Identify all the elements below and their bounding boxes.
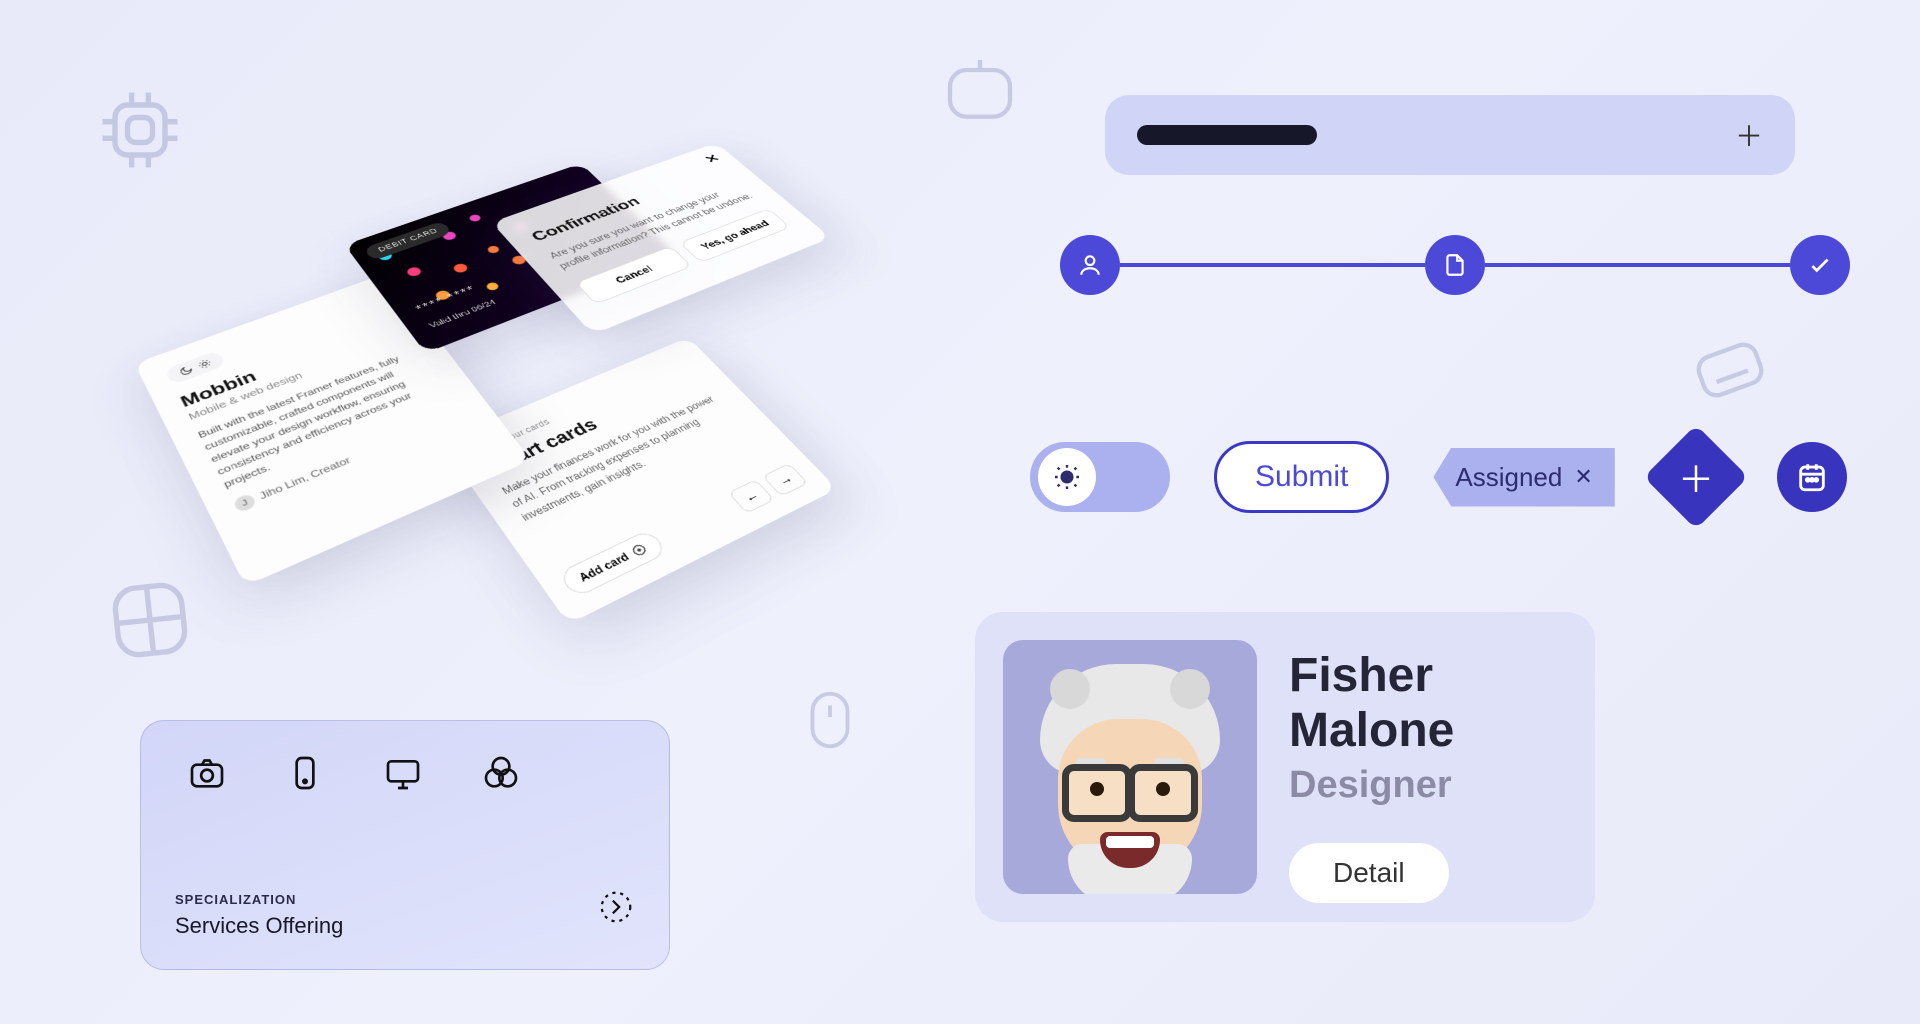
- monitor-icon[interactable]: [381, 751, 425, 795]
- check-icon: [1807, 252, 1833, 278]
- tag-label: Assigned: [1455, 462, 1562, 493]
- controls-row: Submit Assigned ✕ ＋: [1030, 440, 1847, 514]
- prev-arrow[interactable]: ←: [728, 479, 775, 513]
- overlap-icon[interactable]: [479, 751, 523, 795]
- mouse-bg-icon: [795, 680, 865, 760]
- specialization-card: SPECIALIZATION Services Offering: [140, 720, 670, 970]
- add-diamond-button[interactable]: ＋: [1643, 425, 1748, 530]
- profile-role: Designer: [1289, 764, 1567, 807]
- step-done[interactable]: [1790, 235, 1850, 295]
- sun-icon: [196, 357, 213, 370]
- progress-bar: ＋: [1105, 95, 1795, 175]
- profile-name: Fisher Malone: [1289, 648, 1567, 758]
- sun-icon: [1051, 461, 1083, 493]
- add-card-button[interactable]: Add card: [557, 529, 668, 599]
- camera-icon[interactable]: [185, 751, 229, 795]
- user-icon: [1077, 252, 1103, 278]
- memoji-illustration: [1020, 664, 1240, 894]
- step-user[interactable]: [1060, 235, 1120, 295]
- spec-label: SPECIALIZATION: [175, 892, 635, 907]
- stepper: [1060, 235, 1850, 295]
- detail-button[interactable]: Detail: [1289, 843, 1449, 903]
- plus-circle-icon: [629, 542, 650, 559]
- theme-toggle[interactable]: [164, 350, 226, 385]
- calendar-icon: [1795, 460, 1829, 494]
- avatar: [1003, 640, 1257, 894]
- author-avatar: J: [232, 493, 257, 514]
- dark-mode-toggle[interactable]: [1030, 442, 1170, 512]
- progress-fill: [1137, 125, 1317, 145]
- game-bg-icon: [940, 50, 1020, 130]
- mobbin-subtitle: Mobile & web design: [187, 330, 411, 422]
- next-arrow[interactable]: →: [762, 463, 808, 497]
- smart-body: Make your finances work for you with the…: [499, 390, 748, 526]
- confirm-button[interactable]: Yes, go ahead: [679, 208, 791, 263]
- assigned-tag[interactable]: Assigned ✕: [1433, 448, 1614, 507]
- step-line: [1485, 263, 1790, 267]
- submit-button[interactable]: Submit: [1214, 441, 1389, 513]
- mobbin-title: Mobbin: [177, 314, 404, 411]
- toggle-knob: [1038, 448, 1096, 506]
- keyboard-bg-icon: [1669, 315, 1790, 424]
- step-line: [1120, 263, 1425, 267]
- profile-card: Fisher Malone Designer Detail: [975, 612, 1595, 922]
- spec-title: Services Offering: [175, 913, 635, 939]
- step-document[interactable]: [1425, 235, 1485, 295]
- card-showcase: Mobbin Mobile & web design Built with th…: [170, 80, 870, 660]
- moon-icon: [177, 364, 195, 377]
- document-icon: [1442, 252, 1468, 278]
- close-icon[interactable]: ✕: [701, 152, 724, 166]
- smart-cards-card: All your cards Smart cards Make your fin…: [440, 337, 838, 624]
- close-icon[interactable]: ✕: [1574, 464, 1592, 490]
- calendar-button[interactable]: [1777, 442, 1847, 512]
- add-progress-button[interactable]: ＋: [1735, 115, 1763, 155]
- spec-arrow-button[interactable]: [597, 888, 635, 931]
- phone-icon[interactable]: [283, 751, 327, 795]
